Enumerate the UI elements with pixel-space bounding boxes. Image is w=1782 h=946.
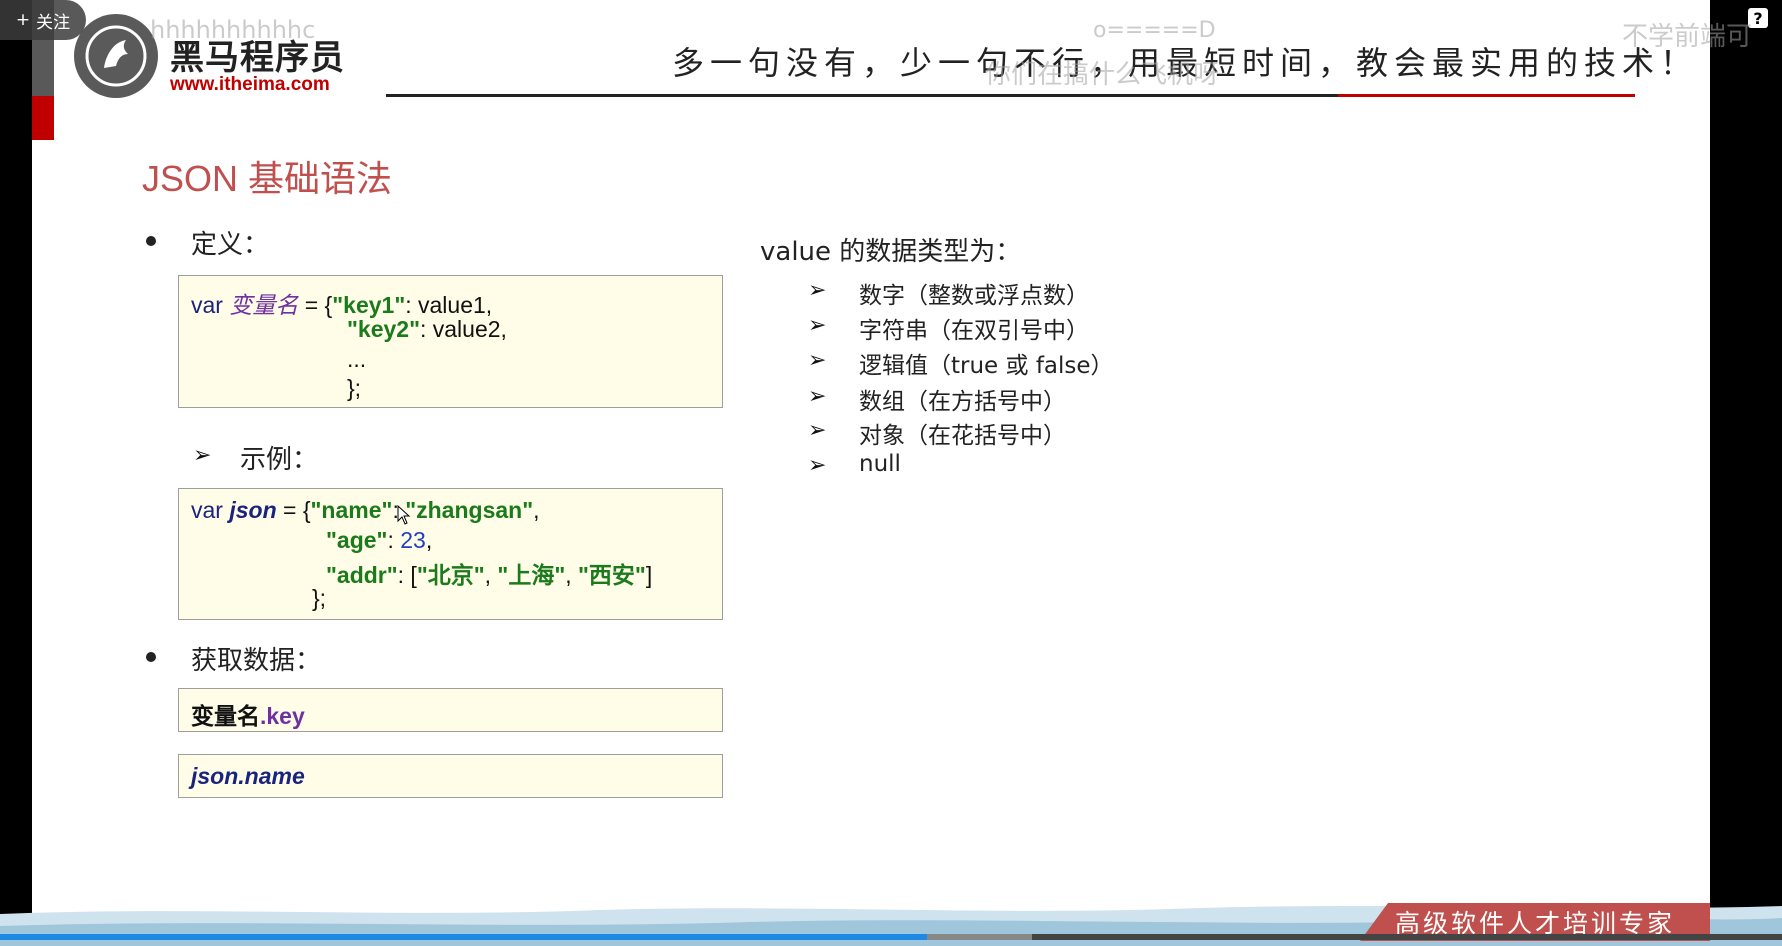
example-label: 示例： — [240, 445, 319, 475]
danmaku-comment: 不学前端可 — [1622, 22, 1753, 52]
value-types-heading: value 的数据类型为： — [760, 237, 1022, 267]
get-data-label: 获取数据： — [191, 646, 322, 676]
horse-logo-icon — [74, 14, 158, 98]
code-text: ... — [347, 346, 367, 372]
danmaku-comment: hhhhhhhhhhc — [150, 16, 316, 44]
code-line: "key2": value2, — [347, 316, 507, 343]
value-type-item: null — [859, 451, 901, 477]
code-string: "北京" — [416, 562, 485, 588]
code-string: "zhangsan" — [405, 497, 534, 523]
code-key: "name" — [310, 497, 393, 523]
code-key: "addr" — [326, 562, 398, 588]
code-text: }; — [312, 585, 327, 611]
code-text: : value1, — [405, 292, 493, 318]
code-string: "上海" — [497, 562, 566, 588]
plus-icon: + — [15, 10, 31, 30]
arrow-bullet-icon: ➢ — [193, 443, 212, 468]
code-text: , — [425, 527, 433, 553]
value-type-item: 数组（在方括号中） — [859, 389, 1066, 415]
code-text: , — [565, 562, 579, 588]
code-variable: 变量名 — [229, 292, 299, 318]
code-string: "西安" — [578, 562, 646, 588]
code-keyword: var — [191, 497, 223, 523]
arrow-bullet-icon: ➢ — [808, 313, 827, 338]
danmaku-comment: 你们在搞什么飞机呀 — [985, 60, 1220, 90]
get-data-syntax-box: 变量名.key — [178, 688, 723, 732]
mouse-cursor-icon — [397, 505, 411, 525]
video-stage[interactable]: 黑马程序员 www.itheima.com 多一句没有，少一句不行，用最短时间，… — [0, 0, 1782, 946]
slide-title: JSON 基础语法 — [142, 158, 393, 199]
header-divider-accent — [1338, 94, 1635, 97]
definition-label: 定义： — [191, 230, 270, 260]
bullet-icon — [146, 652, 156, 662]
code-line: json.name — [191, 763, 305, 789]
slide-accent-bar-red — [32, 96, 54, 140]
code-key: "key1" — [332, 292, 406, 318]
code-text: ] — [645, 562, 653, 588]
arrow-bullet-icon: ➢ — [808, 418, 827, 443]
code-line: var 变量名 = {"key1": value1, — [191, 286, 492, 320]
code-variable: json — [229, 497, 277, 523]
code-text: = { — [298, 292, 333, 318]
code-variable: 变量名 — [191, 703, 260, 729]
value-type-item: 逻辑值（true 或 false） — [859, 353, 1114, 379]
code-text: : — [387, 527, 401, 553]
follow-button[interactable]: + 关注 — [0, 0, 86, 40]
code-text: , — [484, 562, 498, 588]
video-progress-fill — [0, 934, 927, 940]
bullet-icon — [146, 236, 156, 246]
arrow-bullet-icon: ➢ — [808, 453, 827, 478]
code-text: : value2, — [419, 316, 507, 342]
code-key: .key — [260, 703, 305, 729]
arrow-bullet-icon: ➢ — [808, 348, 827, 373]
definition-code-box: var 变量名 = {"key1": value1, "key2": value… — [178, 275, 723, 408]
code-line: "age": 23, — [326, 527, 432, 554]
follow-label: 关注 — [36, 12, 71, 33]
code-line: ... — [347, 346, 366, 373]
code-line: }; — [347, 375, 361, 402]
code-key: "age" — [326, 527, 388, 553]
code-text: : [ — [397, 562, 417, 588]
danmaku-comment: o=====D — [1093, 18, 1216, 43]
code-text: , — [533, 497, 540, 523]
example-code-box: var json = {"name": "zhangsan", "age": 2… — [178, 488, 723, 620]
value-type-item: 字符串（在双引号中） — [859, 318, 1089, 344]
value-type-item: 对象（在花括号中） — [859, 423, 1066, 449]
code-line: var json = {"name": "zhangsan", — [191, 497, 540, 524]
arrow-bullet-icon: ➢ — [808, 278, 827, 303]
code-number: 23 — [400, 527, 426, 553]
code-text: }; — [347, 375, 362, 401]
code-line: }; — [312, 585, 326, 612]
code-line: 变量名.key — [191, 697, 305, 731]
arrow-bullet-icon: ➢ — [808, 384, 827, 409]
code-line: "addr": ["北京", "上海", "西安"] — [326, 556, 652, 590]
get-data-example-box: json.name — [178, 754, 723, 798]
code-key: "key2" — [347, 316, 420, 342]
code-text: = { — [276, 497, 311, 523]
video-buffer-fill — [927, 934, 1032, 940]
value-type-item: 数字（整数或浮点数） — [859, 283, 1089, 309]
video-progress-bar[interactable] — [0, 934, 1782, 940]
code-keyword: var — [191, 292, 223, 318]
logo-url: www.itheima.com — [170, 74, 330, 95]
